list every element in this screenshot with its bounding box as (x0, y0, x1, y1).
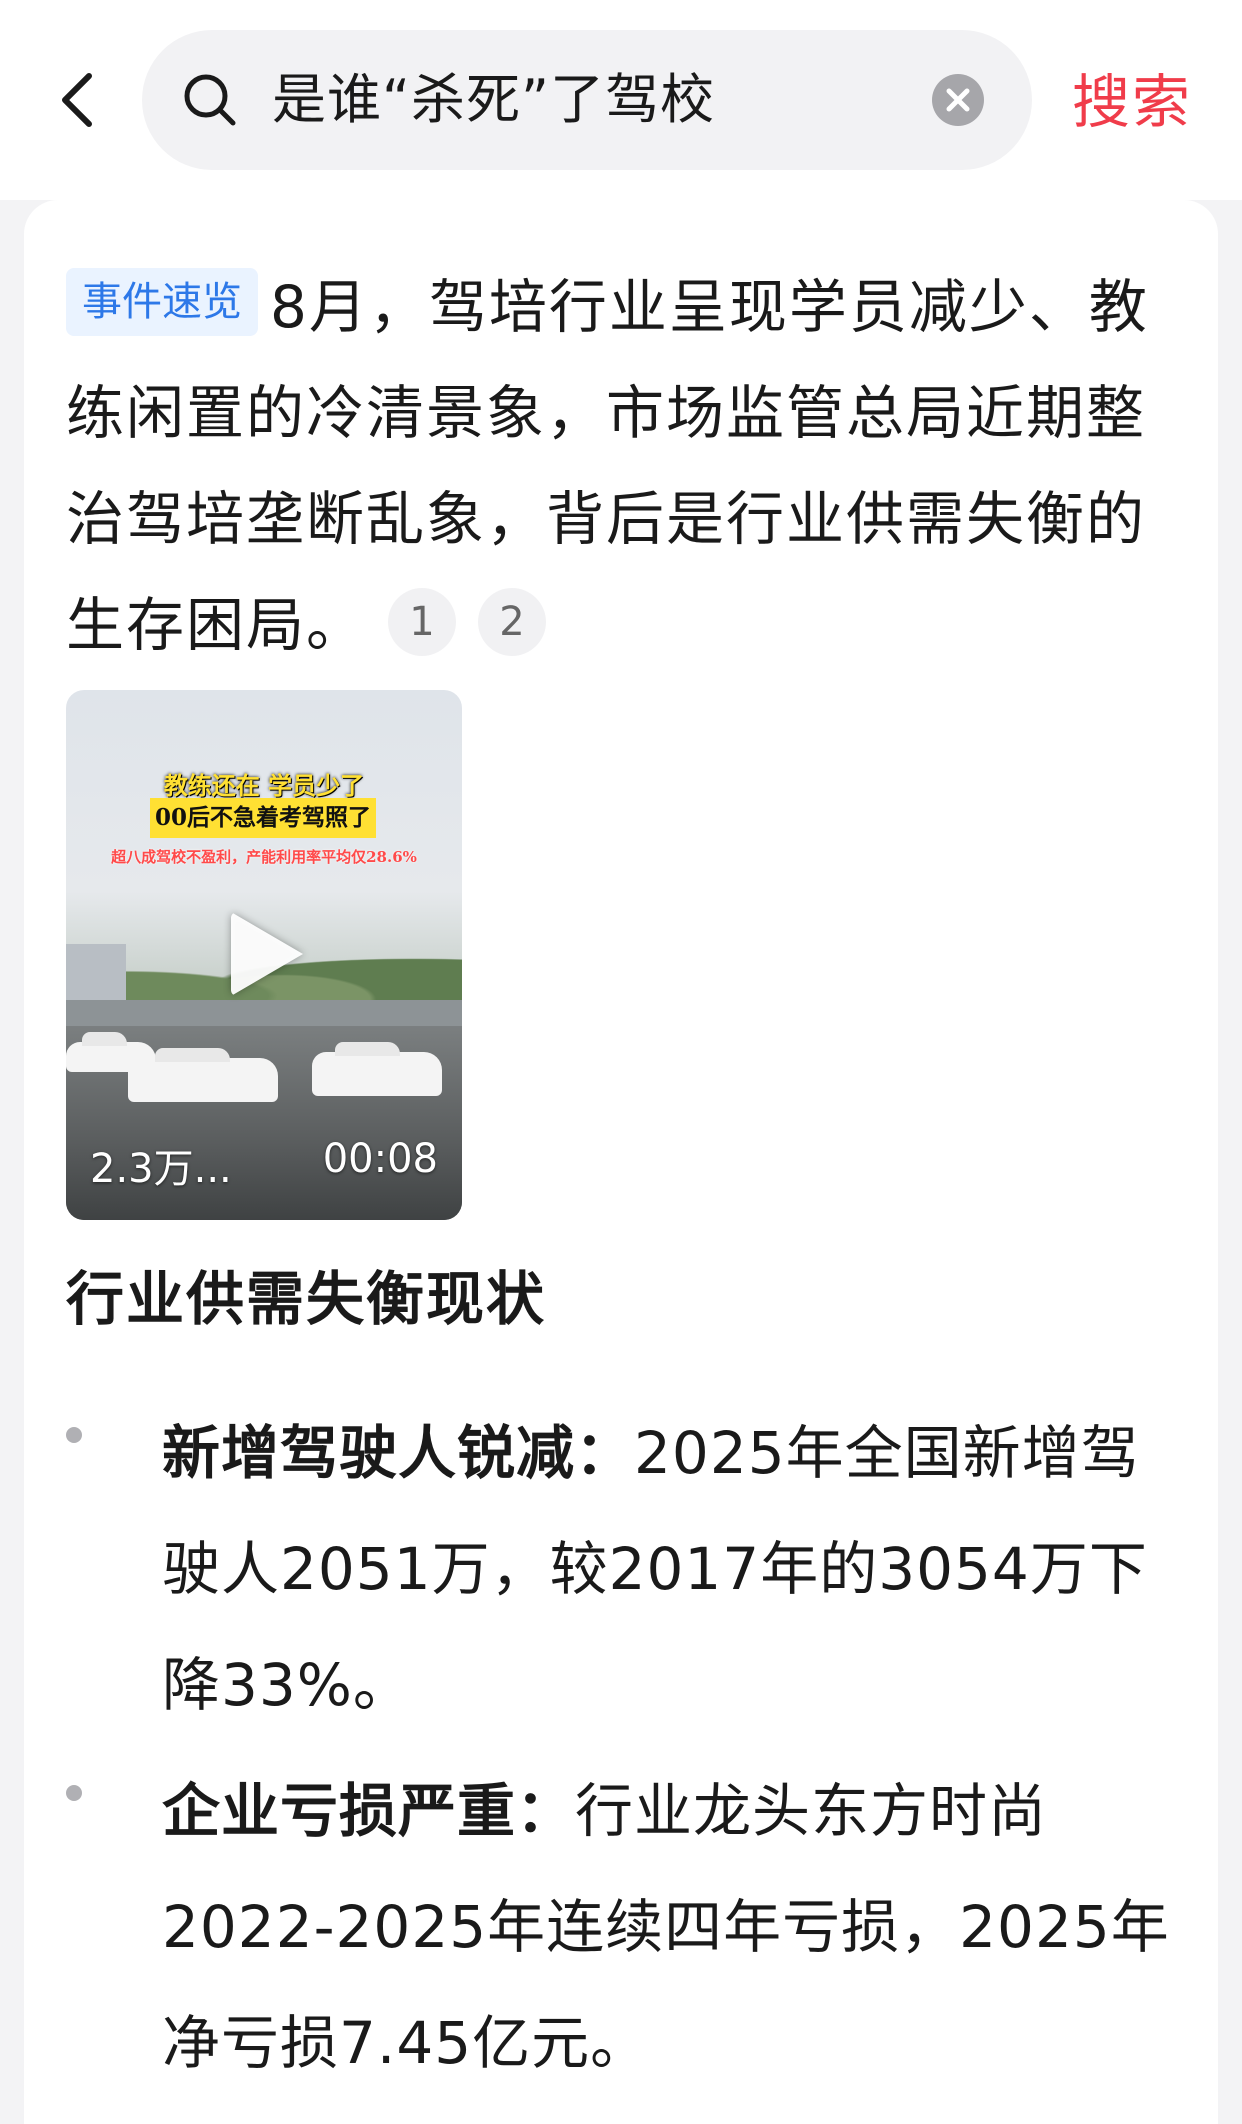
video-caption-line3: 超八成驾校不盈利，产能利用率平均仅28.6% (111, 848, 417, 866)
search-query-text: 是谁“杀死”了驾校 (272, 68, 715, 131)
citation-2[interactable]: 2 (478, 588, 547, 656)
section-title: 行业供需失衡现状 (66, 1265, 547, 1333)
search-input[interactable]: 是谁“杀死”了驾校 (142, 30, 1032, 170)
list-item: 新增驾驶人锐减：2025年全国新增驾驶人2051万，较2017年的3054万下降… (66, 1395, 1196, 1743)
video-duration: 00:08 (322, 1136, 438, 1182)
search-button[interactable]: 搜索 (1072, 54, 1192, 150)
search-icon (184, 74, 236, 126)
bullet-dot-icon (66, 1427, 82, 1443)
event-summary: 事件速览 8月，驾培行业呈现学员减少、教练闲置的冷清景象，市场监管总局近期整治驾培… (66, 254, 1186, 678)
video-view-count: 2.3万... (90, 1146, 232, 1192)
video-caption-line1: 教练还在 学员少了 (163, 771, 365, 800)
list-item: 企业亏损严重：行业龙头东方时尚2022-2025年连续四年亏损，2025年净亏损… (66, 1753, 1196, 2101)
bullet-heading: 企业亏损严重： (162, 1777, 576, 1845)
video-thumbnail[interactable]: 教练还在 学员少了 00后不急着考驾照了 超八成驾校不盈利，产能利用率平均仅28… (66, 690, 462, 1220)
play-icon[interactable] (231, 912, 303, 996)
video-scene-car (312, 1042, 442, 1096)
clear-search-button[interactable] (932, 74, 984, 126)
event-overview-tag[interactable]: 事件速览 (66, 268, 258, 336)
bullet-heading: 新增驾驶人锐减： (162, 1419, 635, 1487)
video-scene-building (66, 944, 126, 1004)
bullet-dot-icon (66, 1785, 82, 1801)
citation-1[interactable]: 1 (388, 588, 457, 656)
back-button[interactable] (52, 68, 102, 132)
bullet-list: 新增驾驶人锐减：2025年全国新增驾驶人2051万，较2017年的3054万下降… (66, 1395, 1196, 2111)
video-scene-car (128, 1048, 278, 1102)
ai-summary-card: 事件速览 8月，驾培行业呈现学员减少、教练闲置的冷清景象，市场监管总局近期整治驾培… (24, 200, 1218, 2124)
top-search-bar: 是谁“杀死”了驾校 搜索 (0, 0, 1242, 200)
video-caption-line2: 00后不急着考驾照了 (150, 798, 376, 838)
chevron-left-icon (62, 73, 92, 127)
video-scene-canopy (66, 1000, 462, 1026)
close-icon (946, 88, 970, 112)
